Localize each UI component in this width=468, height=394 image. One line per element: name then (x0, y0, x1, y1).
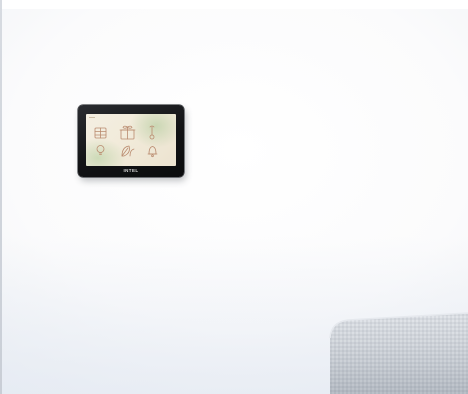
sofa (329, 312, 468, 394)
sofa-back (329, 312, 468, 394)
photo-scene: INTEL (0, 0, 468, 394)
